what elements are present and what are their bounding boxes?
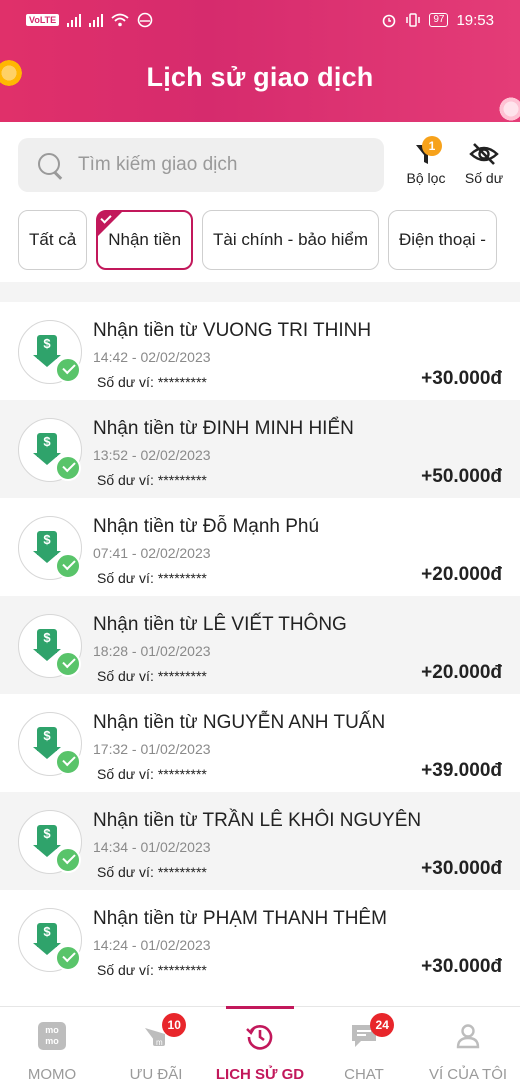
transaction-amount: +20.000đ [421,662,502,683]
transaction-time: 14:34 - 01/02/2023 [93,839,211,855]
transaction-amount: +30.000đ [421,956,502,977]
transaction-list[interactable]: $ Nhận tiền từ VUONG TRI THINH 14:42 - 0… [0,282,520,1006]
chip-label: Điện thoại - [399,230,486,249]
transaction-time: 13:52 - 02/02/2023 [93,447,211,463]
battery-icon: 97 [429,13,449,27]
chip-phone[interactable]: Điện thoại - [388,210,497,270]
blossom-decoration-icon [498,96,520,122]
filter-button[interactable]: 1 Bộ lọc [398,136,454,196]
bottom-nav: mo mo MOMO m 10 ƯU ĐÃI LỊCH SỬ GD 24 CHAT… [0,1006,520,1080]
transaction-row[interactable]: $ Nhận tiền từ Đỗ Mạnh Phú 07:41 - 02/02… [0,498,520,596]
transaction-row[interactable]: $ Nhận tiền từ NGUYỄN ANH TUẤN 17:32 - 0… [0,694,520,792]
filter-count-badge: 1 [422,136,442,156]
selected-check-icon [97,211,124,237]
receive-money-icon: $ [18,516,82,580]
receive-money-icon: $ [18,712,82,776]
volte-badge: VoLTE [26,14,60,26]
receive-money-icon: $ [18,810,82,874]
transaction-amount: +39.000đ [421,760,502,781]
transaction-time: 14:24 - 01/02/2023 [93,937,211,953]
wallet-balance: Số dư ví: ********* [97,570,207,586]
transaction-time: 17:32 - 01/02/2023 [93,741,211,757]
transaction-row[interactable]: $ Nhận tiền từ TRẦN LÊ KHÔI NGUYÊN 14:34… [0,792,520,890]
filter-label: Bộ lọc [406,170,446,186]
wallet-balance: Số dư ví: ********* [97,668,207,684]
alarm-icon [383,14,396,28]
transaction-title: Nhận tiền từ ĐINH MINH HIỂN [93,418,354,439]
nav-promotions[interactable]: m 10 ƯU ĐÃI [104,1007,208,1080]
page-title: Lịch sử giao dịch [146,62,374,92]
nav-label: MOMO [27,1066,77,1080]
transaction-row[interactable]: $ Nhận tiền từ LÊ VIẾT THÔNG 18:28 - 01/… [0,596,520,694]
chip-label: Tài chính - bảo hiểm [213,230,368,249]
transaction-title: Nhận tiền từ PHẠM THANH THÊM [93,908,387,929]
list-item-partial [0,282,520,302]
check-icon [55,847,81,873]
transaction-time: 14:42 - 02/02/2023 [93,349,211,365]
check-icon [55,749,81,775]
nav-momo[interactable]: mo mo MOMO [0,1007,104,1080]
check-icon [55,651,81,677]
search-placeholder: Tìm kiếm giao dịch [78,154,238,175]
messenger-icon [137,12,153,28]
eye-off-icon [469,143,499,165]
check-icon [55,455,81,481]
momo-logo-icon: mo mo [38,1022,66,1050]
chip-label: Tất cả [29,230,77,249]
transaction-time: 07:41 - 02/02/2023 [93,545,211,561]
transaction-title: Nhận tiền từ Đỗ Mạnh Phú [93,516,320,537]
check-icon [55,945,81,971]
transaction-title: Nhận tiền từ TRẦN LÊ KHÔI NGUYÊN [93,810,422,831]
transaction-title: Nhận tiền từ NGUYỄN ANH TUẤN [93,712,386,733]
transaction-amount: +20.000đ [421,564,502,585]
nav-history[interactable]: LỊCH SỬ GD [208,1006,312,1080]
transaction-row[interactable]: $ Nhận tiền từ VUONG TRI THINH 14:42 - 0… [0,302,520,400]
transaction-amount: +30.000đ [421,858,502,879]
signal-icon-2 [89,13,104,27]
chip-finance-insurance[interactable]: Tài chính - bảo hiểm [202,210,379,270]
user-icon [456,1024,480,1049]
wallet-balance: Số dư ví: ********* [97,374,207,390]
transaction-title: Nhận tiền từ LÊ VIẾT THÔNG [93,614,347,635]
receive-money-icon: $ [18,908,82,972]
receive-money-icon: $ [18,418,82,482]
status-bar: VoLTE 97 19:53 [0,0,520,40]
transaction-time: 18:28 - 01/02/2023 [93,643,211,659]
nav-label: ƯU ĐÃI [129,1066,183,1080]
balance-toggle-button[interactable]: Số dư [456,138,512,196]
wifi-icon [111,13,129,27]
wallet-balance: Số dư ví: ********* [97,472,207,488]
wallet-balance: Số dư ví: ********* [97,962,207,978]
category-chips: Tất cả Nhận tiền Tài chính - bảo hiểm Đi… [18,210,520,272]
check-icon [55,553,81,579]
history-icon [246,1025,273,1050]
chip-receive-money[interactable]: Nhận tiền [96,210,194,270]
transaction-amount: +50.000đ [421,466,502,487]
svg-text:m: m [156,1038,163,1047]
receive-money-icon: $ [18,320,82,384]
transaction-row[interactable]: $ Nhận tiền từ ĐINH MINH HIỂN 13:52 - 02… [0,400,520,498]
receive-money-icon: $ [18,614,82,678]
nav-label: LỊCH SỬ GD [215,1066,305,1080]
nav-chat[interactable]: 24 CHAT [312,1007,416,1080]
status-time: 19:53 [456,11,494,29]
chip-all[interactable]: Tất cả [18,210,88,270]
transaction-title: Nhận tiền từ VUONG TRI THINH [93,320,372,341]
nav-label: VÍ CỦA TÔI [428,1066,508,1080]
vibrate-icon [406,13,421,27]
app-header: VoLTE 97 19:53 Lịch sử giao dịch [0,0,520,122]
transaction-amount: +30.000đ [421,368,502,389]
wallet-balance: Số dư ví: ********* [97,864,207,880]
balance-label: Số dư [464,170,504,186]
signal-icon [67,13,82,27]
nav-my-wallet[interactable]: VÍ CỦA TÔI [416,1007,520,1080]
wallet-balance: Số dư ví: ********* [97,766,207,782]
search-input[interactable]: Tìm kiếm giao dịch [18,138,384,192]
check-icon [55,357,81,383]
nav-label: CHAT [344,1066,384,1080]
search-icon [36,151,64,179]
transaction-row[interactable]: $ Nhận tiền từ PHẠM THANH THÊM 14:24 - 0… [0,890,520,988]
